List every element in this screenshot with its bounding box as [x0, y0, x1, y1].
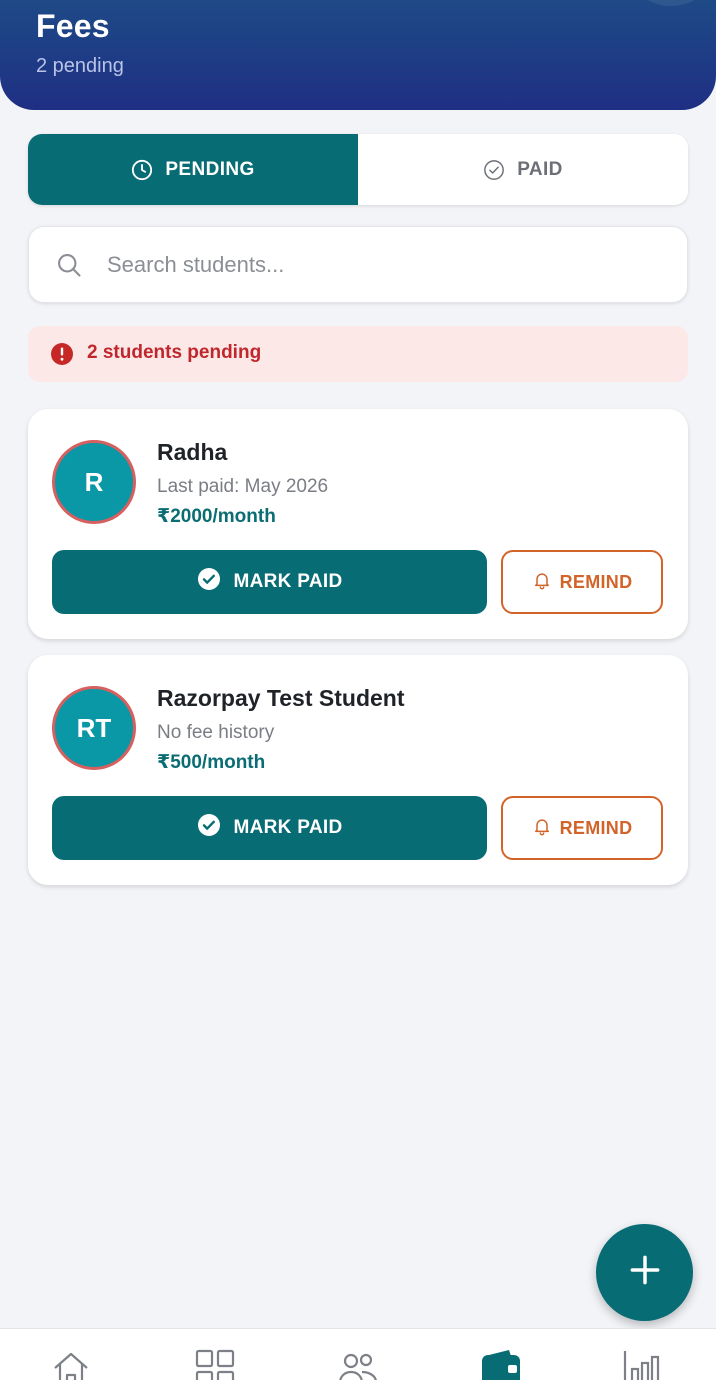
- mark-paid-label: MARK PAID: [233, 817, 343, 838]
- alert-text: 2 students pending: [87, 342, 262, 363]
- avatar: RT: [52, 686, 136, 770]
- home-icon[interactable]: [51, 1349, 91, 1380]
- last-paid-text: Last paid: May 2026: [157, 476, 329, 497]
- student-name: Radha: [157, 439, 228, 465]
- bell-icon: [532, 816, 552, 841]
- fee-amount: ₹2000/month: [157, 506, 276, 527]
- check-circle-outline-icon: [483, 159, 505, 181]
- fee-amount: ₹500/month: [157, 752, 266, 773]
- wallet-icon[interactable]: [480, 1349, 522, 1380]
- search-input[interactable]: [107, 245, 667, 285]
- clock-icon: [131, 159, 153, 181]
- tab-paid[interactable]: PAID: [358, 134, 688, 205]
- student-card: R Radha Last paid: May 2026 ₹2000/month …: [28, 409, 688, 639]
- users-icon[interactable]: [337, 1349, 379, 1380]
- mark-paid-button[interactable]: MARK PAID: [52, 796, 487, 860]
- check-circle-icon: [197, 813, 221, 843]
- student-card: RT Razorpay Test Student No fee history …: [28, 655, 688, 885]
- tab-pending-label: PENDING: [165, 158, 255, 180]
- mark-paid-label: MARK PAID: [233, 571, 343, 592]
- plus-icon: [626, 1251, 664, 1294]
- remind-label: REMIND: [559, 571, 633, 592]
- remind-button[interactable]: REMIND: [501, 796, 663, 860]
- search-bar: [28, 226, 688, 303]
- mark-paid-button[interactable]: MARK PAID: [52, 550, 487, 614]
- student-name: Razorpay Test Student: [157, 685, 405, 711]
- fee-status-tabs: PENDING PAID: [28, 134, 688, 205]
- bell-icon: [532, 570, 552, 595]
- fee-history-text: No fee history: [157, 722, 275, 743]
- tab-paid-label: PAID: [517, 158, 563, 180]
- exclamation-circle-icon: [50, 342, 74, 371]
- remind-label: REMIND: [559, 817, 633, 838]
- search-icon: [55, 251, 83, 284]
- app-header: Fees 2 pending: [0, 0, 716, 110]
- check-circle-icon: [197, 567, 221, 597]
- page-subtitle: 2 pending: [36, 55, 124, 77]
- pending-alert-banner: 2 students pending: [28, 326, 688, 382]
- bar-chart-icon[interactable]: [622, 1349, 664, 1380]
- bottom-navigation: [0, 1328, 716, 1380]
- grid-icon[interactable]: [195, 1349, 235, 1380]
- avatar: R: [52, 440, 136, 524]
- header-decoration: [636, 0, 706, 6]
- tab-pending[interactable]: PENDING: [28, 134, 358, 205]
- remind-button[interactable]: REMIND: [501, 550, 663, 614]
- add-fee-button[interactable]: [596, 1224, 693, 1321]
- page-title: Fees: [36, 8, 110, 44]
